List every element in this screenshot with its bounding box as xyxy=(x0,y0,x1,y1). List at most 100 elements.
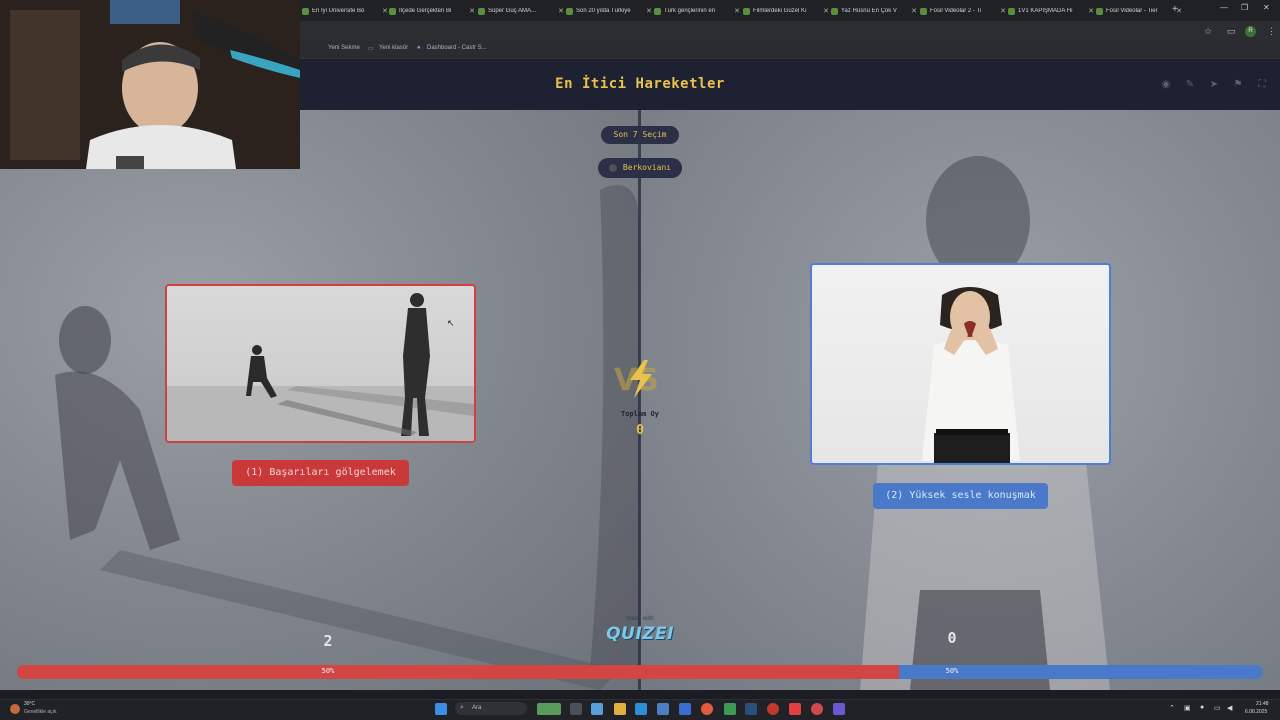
bookmark-item[interactable]: Dashboard - Castr S... xyxy=(427,45,487,51)
tab-label: İlçede Gerçekten Bi xyxy=(399,8,452,14)
widgets-icon[interactable] xyxy=(537,703,561,715)
vs-lightning-icon: VS xyxy=(614,360,659,398)
send-icon[interactable]: ➤ xyxy=(1207,78,1221,92)
browser-tab[interactable]: Türk gençlerinin en ✕ xyxy=(650,3,746,19)
menu-icon[interactable]: ⋮ xyxy=(1267,26,1276,37)
tab-label: En İyi Üniversite Bö xyxy=(312,8,365,14)
edit-icon[interactable]: ✎ xyxy=(1183,78,1197,92)
option-2-button[interactable]: (2) Yüksek sesle konuşmak xyxy=(873,483,1048,509)
tab-label: Yaz Hüsnü En Çok V xyxy=(841,8,897,14)
bookmark-item[interactable]: Yeni klasör xyxy=(379,45,408,51)
bookmark-star-icon[interactable]: ☆ xyxy=(1204,26,1212,37)
new-tab-button[interactable]: + xyxy=(1172,3,1178,17)
tray-app-icon[interactable]: ▣ xyxy=(1184,704,1191,712)
tab-favicon-icon xyxy=(1096,7,1103,15)
tab-favicon-icon xyxy=(478,7,485,15)
svg-text:↖: ↖ xyxy=(447,319,455,329)
restore-icon[interactable]: ❐ xyxy=(1241,3,1248,12)
search-box[interactable] xyxy=(455,702,527,715)
xbox-icon[interactable] xyxy=(724,703,736,715)
browser-tab[interactable]: Fosil Videolar 2 - Ti ✕ xyxy=(916,3,1012,19)
option-2-image-card[interactable] xyxy=(810,263,1111,465)
tab-favicon-icon xyxy=(743,7,750,15)
browser-tab[interactable]: Süper Güç AMA... ✕ xyxy=(474,3,570,19)
search-icon: ⌕ xyxy=(460,704,464,711)
copilot-icon[interactable] xyxy=(591,703,603,715)
search-label: Ara xyxy=(472,705,482,711)
made-with-label: made with xyxy=(626,616,654,622)
option-1-progress-fill xyxy=(17,665,900,679)
total-votes-label: Toplam Oy xyxy=(621,410,659,418)
user-avatar xyxy=(608,163,617,172)
extensions-icon[interactable]: ▭ xyxy=(1227,26,1236,37)
option-2-image xyxy=(922,287,1020,463)
tab-label: Fosil Videolar - Tier xyxy=(1106,8,1158,14)
browser-tab[interactable]: Yaz Hüsnü En Çok V ✕ xyxy=(827,3,923,19)
tab-favicon-icon xyxy=(389,7,396,15)
center-divider xyxy=(638,110,641,690)
minimize-icon[interactable]: — xyxy=(1220,3,1228,12)
chrome-icon[interactable] xyxy=(701,703,713,715)
tab-favicon-icon xyxy=(1008,7,1015,15)
network-icon[interactable]: ▭ xyxy=(1214,704,1221,712)
fullscreen-icon[interactable]: ⛶ xyxy=(1255,78,1269,92)
recent-selections-pill[interactable]: Son 7 Seçim xyxy=(601,126,679,144)
tab-favicon-icon xyxy=(920,7,927,15)
store-icon[interactable] xyxy=(657,703,669,715)
eye-icon[interactable]: ◉ xyxy=(1159,78,1173,92)
tab-label: Fosil Videolar 2 - Ti xyxy=(930,8,982,14)
browser-tab[interactable]: Son 20 yılda Türkiye ✕ xyxy=(562,3,658,19)
flag-icon[interactable]: ⚑ xyxy=(1231,78,1245,92)
task-view-icon[interactable] xyxy=(570,703,582,715)
weather-desc[interactable]: Genellikle açık xyxy=(24,709,57,715)
option-2-vote-count: 0 xyxy=(947,629,957,647)
file-explorer-icon[interactable] xyxy=(614,703,626,715)
tab-favicon-icon xyxy=(654,7,661,15)
option-1-image-card[interactable]: ↖ xyxy=(165,284,476,443)
mail-icon[interactable] xyxy=(679,703,691,715)
discord-icon[interactable] xyxy=(833,703,845,715)
brand-logo[interactable]: QUIZEI xyxy=(594,624,686,644)
option-1-image: ↖ xyxy=(167,293,474,441)
tab-favicon-icon xyxy=(566,7,573,15)
browser-tab[interactable]: En İyi Üniversite Bö ✕ xyxy=(298,3,394,19)
tab-label: Süper Güç AMA... xyxy=(488,8,537,14)
app-icon[interactable] xyxy=(811,703,823,715)
option-1-vote-count: 2 xyxy=(323,632,333,650)
total-votes-count: 0 xyxy=(636,423,644,438)
browser-tab[interactable]: İlçede Gerçekten Bi ✕ xyxy=(385,3,481,19)
tray-chevron-icon[interactable]: ⌃ xyxy=(1169,704,1175,712)
clock-date[interactable]: 6.08.2025 xyxy=(1245,709,1267,715)
bookmark-favicon-icon: ● xyxy=(417,45,421,51)
webcam-feed xyxy=(0,0,300,169)
edge-icon[interactable] xyxy=(635,703,647,715)
start-icon[interactable] xyxy=(435,703,447,715)
clock-time[interactable]: 21:48 xyxy=(1256,701,1269,707)
tab-label: Son 20 yılda Türkiye xyxy=(576,8,631,14)
tab-favicon-icon xyxy=(831,7,838,15)
option-2-percent: 50% xyxy=(945,667,959,675)
option-1-button[interactable]: (1) Başarıları gölgelemek xyxy=(232,460,409,486)
browser-tab[interactable]: 1V1 KAPIŞMADA Hı ✕ xyxy=(1004,3,1100,19)
option-1-percent: 50% xyxy=(321,667,335,675)
steam-icon[interactable] xyxy=(745,703,757,715)
weather-icon xyxy=(10,704,20,714)
webcam-overlay xyxy=(0,0,300,169)
folder-icon: ▭ xyxy=(368,46,374,52)
tab-label: 1V1 KAPIŞMADA Hı xyxy=(1018,8,1073,14)
profile-avatar[interactable]: R xyxy=(1245,26,1256,37)
volume-icon[interactable]: ◀ xyxy=(1227,704,1232,712)
close-window-icon[interactable]: ✕ xyxy=(1263,3,1270,12)
app-icon[interactable] xyxy=(789,703,801,715)
vote-progress-bar xyxy=(17,665,1263,679)
user-pill[interactable]: Berkovianı xyxy=(598,158,682,178)
screen: En İyi Üniversite Bö ✕ İlçede Gerçekten B… xyxy=(0,0,1280,720)
tab-favicon-icon xyxy=(302,7,309,15)
microphone-icon[interactable]: ● xyxy=(1200,704,1204,711)
bookmark-item[interactable]: Yeni Sekme xyxy=(328,45,360,51)
obs-icon[interactable] xyxy=(767,703,779,715)
weather-temp[interactable]: 30°C xyxy=(24,701,35,707)
tab-label: Filmlerdeki Güzel Kı xyxy=(753,8,807,14)
browser-tab[interactable]: Filmlerdeki Güzel Kı ✕ xyxy=(739,3,835,19)
tab-label: Türk gençlerinin en xyxy=(664,8,716,14)
